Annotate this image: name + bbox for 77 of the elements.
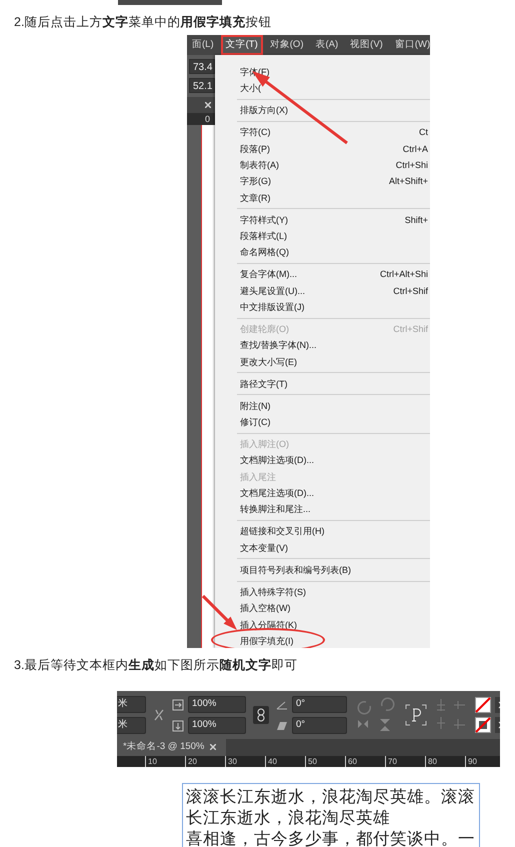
menu-item[interactable]: 插入空格(W) [240,600,290,616]
menu-item[interactable]: 文本变量(V) [240,540,288,556]
menu-bar-item[interactable]: 文字(T) [220,35,263,56]
number-field[interactable]: 52.1 [189,78,215,93]
ruler-label: 80 [425,756,465,767]
ruler-label: 10 [145,756,185,767]
menu-item[interactable]: 插入特殊字符(S) [240,584,306,600]
scale-field[interactable]: 100% [188,696,246,713]
step-instruction: 3.最后等待文本框内生成如下图所示随机文字即可 [14,657,298,673]
menu-item[interactable]: 复合字体(M)... [240,266,297,283]
menu-item[interactable]: 超链接和交叉引用(H) [240,523,324,540]
shortcut-label: Ctrl+Shif [393,323,428,336]
ruler-label: 30 [225,756,265,767]
menu-bar-item[interactable]: 窗口(W) [390,35,430,56]
angle-field[interactable]: 0° [292,717,347,734]
link-icon[interactable] [253,706,269,724]
angle-icon [276,700,288,710]
close-icon[interactable] [205,102,211,108]
menu-bar-item[interactable]: 表(A) [310,35,344,56]
menu-item[interactable]: 大小( [240,80,261,97]
menu-item[interactable]: 段落(P) [240,140,270,158]
stroke-swatch-icon[interactable] [475,717,491,733]
menu-item[interactable]: 中文排版设置(J) [240,298,304,316]
reference-point-icon[interactable] [405,704,427,726]
shortcut-label: Alt+Shift+ [388,175,428,188]
menu-item[interactable]: 附注(N) [240,398,270,414]
shortcut-label: Ct [419,126,428,140]
text-line: 喜相逢，古今多少事，都付笑谈中。一 [186,828,476,847]
shear-icon [276,720,288,730]
menu-bar-item[interactable]: 视图(V) [345,35,388,56]
menu-item[interactable]: 命名网格(Q) [240,244,289,261]
menu-item[interactable]: 字符样式(Y) [240,212,288,228]
menu-item[interactable]: 字形(G) [240,173,271,190]
number-field[interactable]: 73.4 [189,59,215,74]
text-line: 滚滚长江东逝水，浪花淘尽英雄。滚滚 [186,786,476,807]
menu-item[interactable]: 段落样式(L) [240,228,287,244]
menu-item[interactable]: 避头尾设置(U)... [240,282,305,299]
ruler-label: 20 [185,756,225,767]
shortcut-label: Ctrl+Shi [396,159,428,172]
menu-item[interactable]: 查找/替换字体(N)... [240,337,316,354]
ruler-label: 40 [265,756,305,767]
menu-item[interactable]: 字符(C) [240,124,270,141]
ruler-label: 50 [305,756,345,767]
menu-item[interactable]: 文章(R) [240,190,270,206]
unit-field[interactable]: 米 [117,717,146,734]
ruler-label: 70 [385,756,425,767]
menu-item[interactable]: 文档尾注选项(D)... [240,485,314,502]
menu-bar-item[interactable]: 对象(O) [264,35,308,56]
ruler-label: 90 [465,756,500,767]
menu-item[interactable]: 文档脚注选项(D)... [240,452,314,469]
scale-field[interactable]: 100% [188,717,246,734]
shortcut-label: Shift+ [404,214,428,227]
text-line: 长江东逝水，浪花淘尽英雄 [186,807,391,828]
menu-item[interactable]: 更改大小写(E) [240,354,297,370]
ruler-label: 60 [345,756,385,767]
angle-field[interactable]: 0° [292,696,347,713]
menu-item[interactable]: 用假字填充(I) [240,632,294,648]
menu-item[interactable]: 制表符(A) [240,157,279,174]
close-icon[interactable] [210,744,216,750]
horizontal-scale-icon [172,698,184,710]
fill-swatch-icon[interactable] [475,697,491,713]
shortcut-label: Ctrl+Alt+Shi [380,268,428,282]
menu-item[interactable]: 路径文字(T) [240,376,288,392]
menu-item[interactable]: 修订(C) [240,414,270,430]
menu-item[interactable]: 项目符号列表和编号列表(B) [240,562,351,578]
unit-field[interactable]: 米 [117,696,146,713]
menu-item[interactable]: 转换脚注和尾注... [240,501,311,518]
chain-break-icon[interactable] [153,708,165,722]
shortcut-label: Ctrl+Shif [393,284,428,298]
vertical-scale-icon [172,720,184,732]
ruler-label: 0 [187,113,215,125]
menu-bar-item[interactable]: 面(L) [187,35,219,56]
document-tab[interactable]: *未命名-3 @ 150% [117,739,226,756]
annotation-arrow [201,594,238,631]
step-instruction: 2.随后点击上方文字菜单中的用假字填充按钮 [14,14,272,30]
menu-item[interactable]: 排版方向(X) [240,102,288,119]
shortcut-label: Ctrl+A [402,142,428,156]
